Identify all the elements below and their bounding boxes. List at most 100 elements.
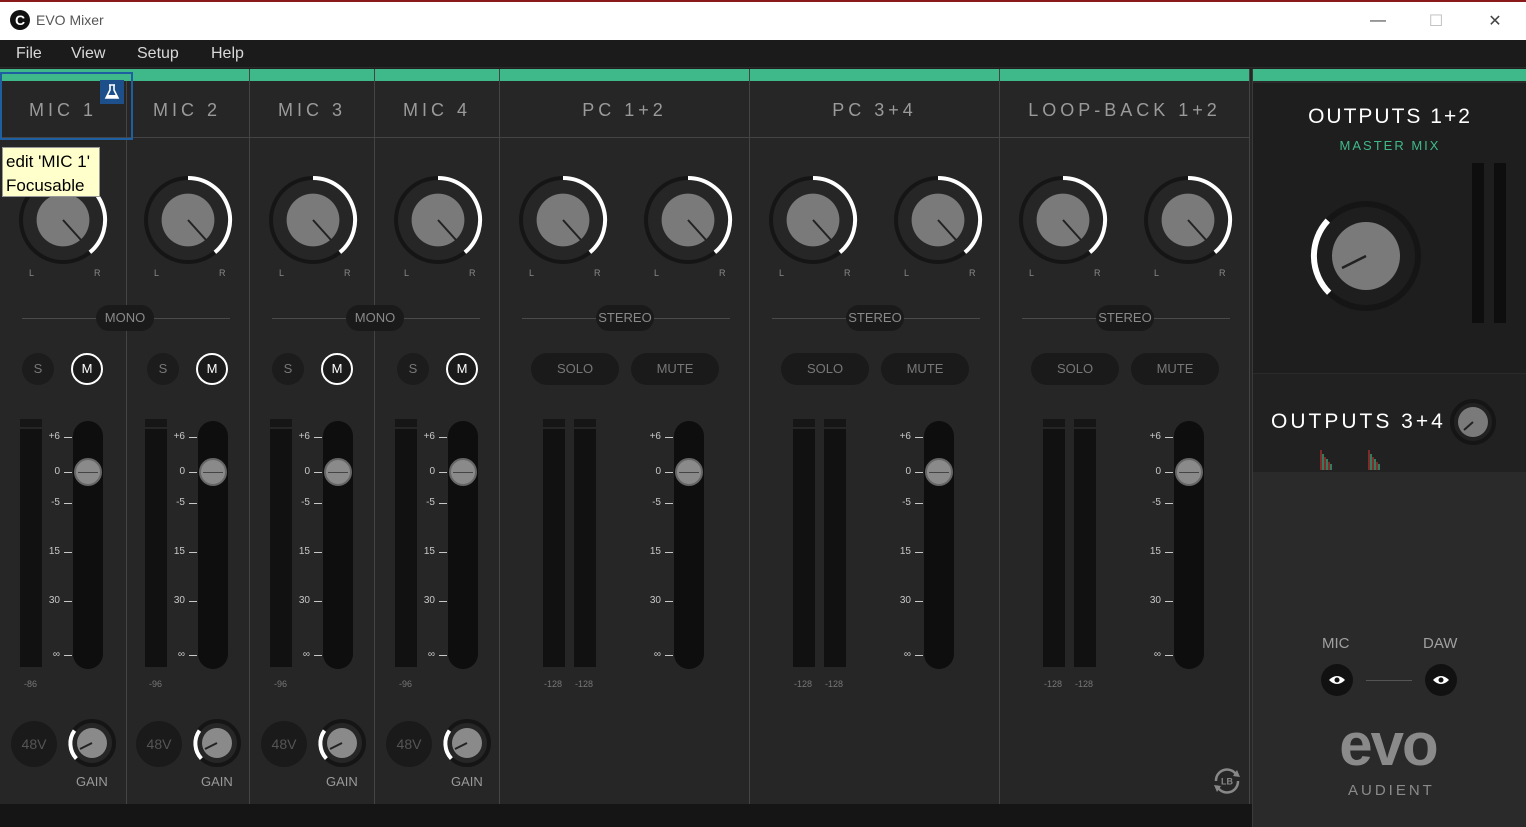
loopback-icon[interactable]: LB (1210, 764, 1244, 798)
fader-scale-tick (665, 601, 673, 602)
outputs-color-strip (1253, 69, 1526, 81)
volume-fader-handle[interactable] (74, 458, 102, 486)
daw-monitor-button[interactable] (1425, 664, 1457, 696)
solo-button[interactable]: S (22, 353, 54, 385)
fader-scale-label: 15 (649, 546, 661, 557)
fader-scale-label: +6 (423, 431, 435, 442)
gain-label: GAIN (326, 774, 358, 789)
gain-knob[interactable] (191, 717, 243, 769)
fader-scale-label: 0 (179, 466, 185, 477)
channel-name[interactable]: LOOP-BACK 1+2 (1000, 82, 1249, 138)
fader-scale-label: 15 (1149, 546, 1161, 557)
mute-button[interactable]: M (446, 353, 478, 385)
mute-button[interactable]: M (71, 353, 103, 385)
fader-scale-label: -5 (652, 497, 661, 508)
fader-scale-tick (439, 601, 447, 602)
channel-color-strip (250, 69, 374, 81)
solo-button[interactable]: S (272, 353, 304, 385)
pan-knob[interactable] (142, 174, 234, 266)
pan-knob-right[interactable] (1142, 174, 1234, 266)
fader-scale-tick (439, 472, 447, 473)
close-button[interactable]: ✕ (1466, 2, 1524, 40)
channel-mic-4: MIC 4 L R S M +6 0 -5 15 30 ∞ -96 48V GAIN (375, 69, 500, 804)
channel-name[interactable]: MIC 2 (125, 82, 249, 138)
stereo-link-button[interactable]: STEREO (596, 305, 654, 331)
master-volume-knob[interactable] (1306, 196, 1426, 316)
mute-button[interactable]: M (196, 353, 228, 385)
pan-knob[interactable] (392, 174, 484, 266)
volume-fader-handle[interactable] (675, 458, 703, 486)
volume-fader-handle[interactable] (324, 458, 352, 486)
fader-scale-tick (915, 503, 923, 504)
mute-button[interactable]: MUTE (881, 353, 969, 385)
pan-left-label: L (404, 268, 410, 278)
outputs-3-4-knob[interactable] (1449, 398, 1497, 446)
gain-knob[interactable] (316, 717, 368, 769)
fader-scale-tick (314, 437, 322, 438)
fader-scale-tick (314, 552, 322, 553)
gain-label: GAIN (451, 774, 483, 789)
gain-knob[interactable] (441, 717, 493, 769)
maximize-button[interactable]: ☐ (1407, 2, 1465, 40)
level-meter-left (1043, 419, 1065, 667)
fader-scale-label: ∞ (903, 649, 911, 660)
volume-fader-handle[interactable] (199, 458, 227, 486)
pan-knob-left[interactable] (1017, 174, 1109, 266)
pan-right-label: R (94, 268, 101, 278)
solo-button[interactable]: S (397, 353, 429, 385)
channel-name[interactable]: MIC 3 (250, 82, 374, 138)
channel-name[interactable]: PC 1+2 (500, 82, 749, 138)
fader-scale-tick (1165, 552, 1173, 553)
mute-button[interactable]: MUTE (1131, 353, 1219, 385)
phantom-power-button[interactable]: 48V (261, 721, 307, 767)
fader-scale-label: 15 (423, 546, 435, 557)
solo-button[interactable]: SOLO (1031, 353, 1119, 385)
fader-scale-tick (314, 655, 322, 656)
solo-button[interactable]: S (147, 353, 179, 385)
fader-scale-tick (665, 437, 673, 438)
outputs-panel: OUTPUTS 1+2 MASTER MIX OUTPUTS 3+4 MIC D… (1252, 69, 1526, 827)
fader-scale-label: +6 (649, 431, 661, 442)
channel-name[interactable]: PC 3+4 (750, 82, 999, 138)
mono-link-button[interactable]: MONO (346, 305, 404, 331)
phantom-power-button[interactable]: 48V (386, 721, 432, 767)
flask-icon[interactable] (100, 80, 124, 104)
meter-peak-cap (395, 419, 417, 429)
stereo-link-button[interactable]: STEREO (1096, 305, 1154, 331)
solo-button[interactable]: SOLO (781, 353, 869, 385)
mic-monitor-button[interactable] (1321, 664, 1353, 696)
menu-help[interactable]: Help (211, 45, 244, 63)
solo-button[interactable]: SOLO (531, 353, 619, 385)
pan-knob-left[interactable] (517, 174, 609, 266)
pan-right-label: R (844, 268, 851, 278)
volume-fader-handle[interactable] (925, 458, 953, 486)
pan-knob-left[interactable] (767, 174, 859, 266)
gain-knob[interactable] (66, 717, 118, 769)
channel-name[interactable]: MIC 4 (375, 82, 499, 138)
fader-scale-tick (189, 601, 197, 602)
pan-knob-right[interactable] (892, 174, 984, 266)
meter-min-value-right: -128 (825, 679, 844, 689)
phantom-power-button[interactable]: 48V (136, 721, 182, 767)
pan-right-label: R (969, 268, 976, 278)
pan-knob[interactable] (267, 174, 359, 266)
volume-fader-handle[interactable] (1175, 458, 1203, 486)
pan-right-label: R (469, 268, 476, 278)
stereo-link-button[interactable]: STEREO (846, 305, 904, 331)
fader-scale-label: 0 (905, 466, 911, 477)
menu-setup[interactable]: Setup (137, 45, 179, 63)
fader-scale-label: 30 (649, 595, 661, 606)
meter-min-value-left: -128 (1044, 679, 1063, 689)
mute-button[interactable]: MUTE (631, 353, 719, 385)
minimize-button[interactable]: — (1349, 2, 1407, 40)
outputs-1-2-title: OUTPUTS 1+2 (1308, 105, 1472, 128)
menu-view[interactable]: View (71, 45, 105, 63)
level-meter-right (574, 419, 596, 667)
mono-link-button[interactable]: MONO (96, 305, 154, 331)
mute-button[interactable]: M (321, 353, 353, 385)
phantom-power-button[interactable]: 48V (11, 721, 57, 767)
pan-knob-right[interactable] (642, 174, 734, 266)
menu-file[interactable]: File (16, 45, 42, 63)
fader-scale-label: 30 (1149, 595, 1161, 606)
volume-fader-handle[interactable] (449, 458, 477, 486)
